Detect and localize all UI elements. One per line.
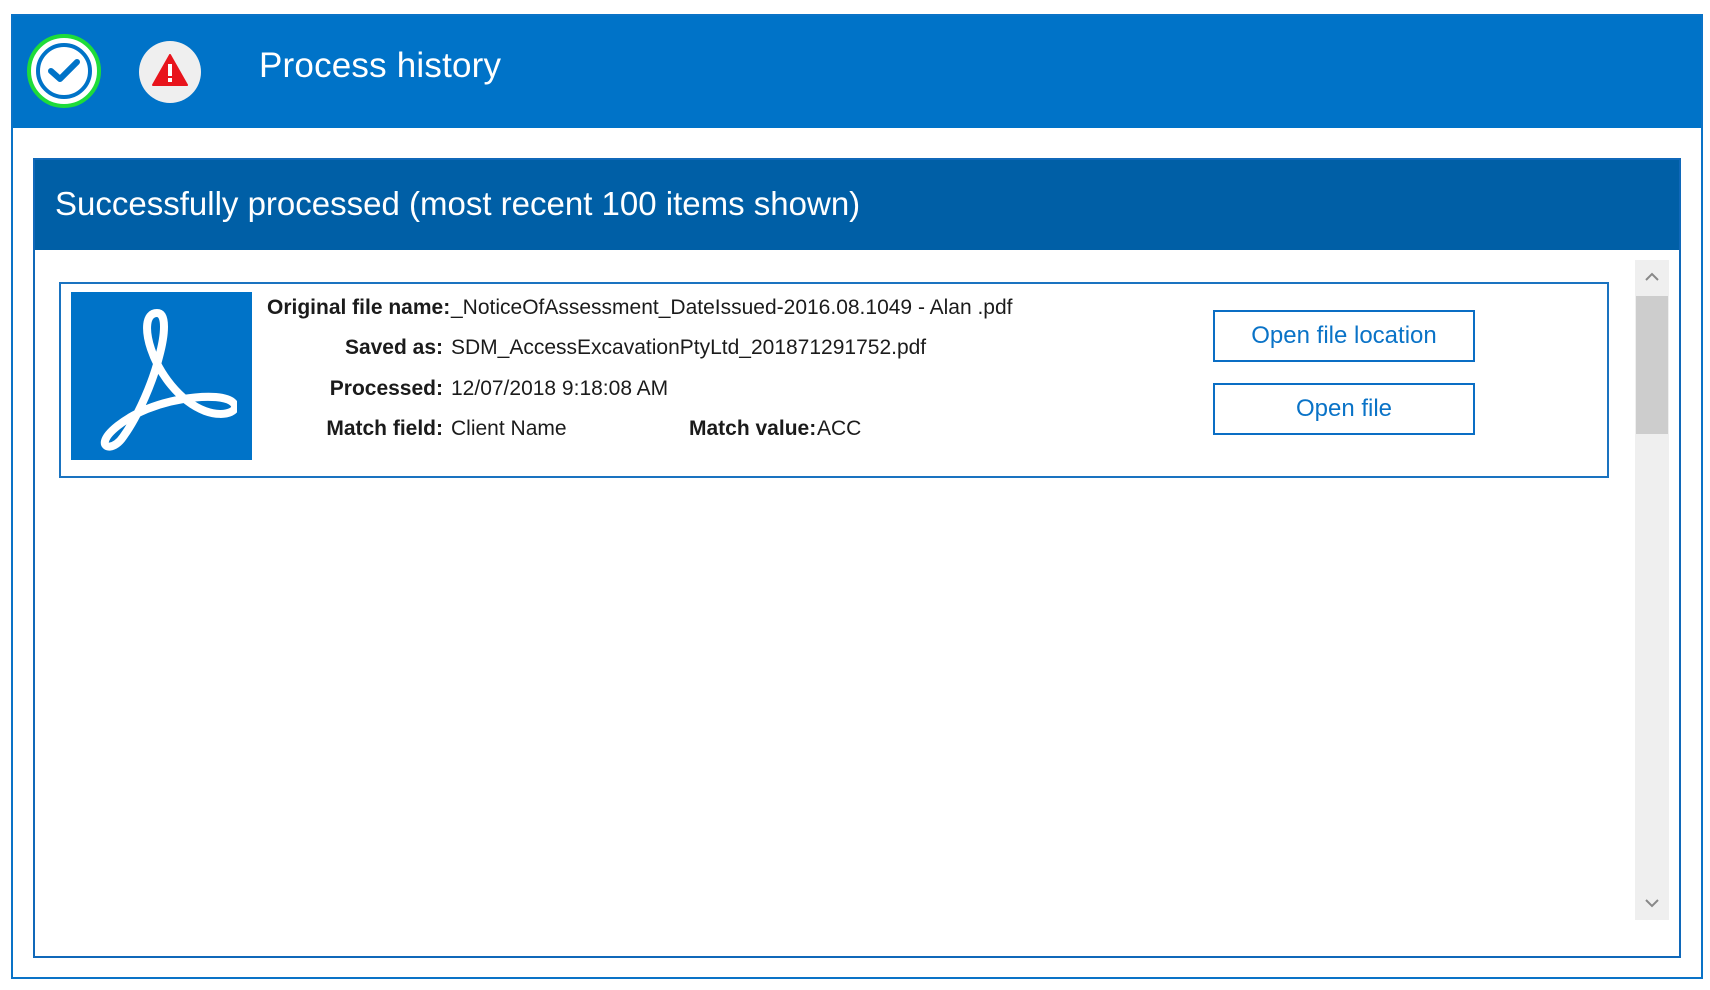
check-circle-icon <box>36 43 92 99</box>
processed-value: 12/07/2018 9:18:08 AM <box>451 377 669 400</box>
saved-as-value: SDM_AccessExcavationPtyLtd_201871291752.… <box>451 336 927 359</box>
pdf-document-icon <box>71 292 252 460</box>
original-file-name-label: Original file name: <box>267 296 451 319</box>
match-row: Match field: Client Name Match value: AC… <box>267 417 1267 445</box>
vertical-scrollbar[interactable] <box>1635 260 1669 920</box>
window-title: Process history <box>259 46 502 85</box>
original-file-name-value: _NoticeOfAssessment_DateIssued-2016.08.1… <box>451 296 1013 319</box>
scroll-thumb[interactable] <box>1636 296 1668 434</box>
warning-triangle-icon <box>152 53 188 91</box>
panel-header: Successfully processed (most recent 100 … <box>35 160 1679 250</box>
match-field-value: Client Name <box>451 417 567 440</box>
failure-filter-button[interactable] <box>139 41 201 103</box>
success-filter-button[interactable] <box>27 34 101 108</box>
saved-as-label: Saved as: <box>344 336 443 359</box>
chevron-up-icon[interactable] <box>1635 260 1669 294</box>
process-history-window: Process history Successfully processed (… <box>11 14 1703 979</box>
open-file-location-button[interactable]: Open file location <box>1213 310 1475 362</box>
match-value-label: Match value: <box>689 417 817 440</box>
title-bar: Process history <box>13 16 1701 128</box>
panel-title: Successfully processed (most recent 100 … <box>55 185 861 222</box>
match-value-value: ACC <box>817 417 862 440</box>
match-field-label: Match field: <box>326 417 443 440</box>
list-item: Original file name: _NoticeOfAssessment_… <box>59 282 1609 478</box>
processed-items-list: Original file name: _NoticeOfAssessment_… <box>35 250 1679 956</box>
chevron-down-icon[interactable] <box>1635 886 1669 920</box>
original-file-name-row: Original file name: _NoticeOfAssessment_… <box>267 296 1267 324</box>
saved-as-row: Saved as: SDM_AccessExcavationPtyLtd_201… <box>267 336 1267 364</box>
processed-panel: Successfully processed (most recent 100 … <box>33 158 1681 958</box>
processed-label: Processed: <box>329 377 443 400</box>
open-file-button[interactable]: Open file <box>1213 383 1475 435</box>
processed-row: Processed: 12/07/2018 9:18:08 AM <box>267 377 1267 405</box>
